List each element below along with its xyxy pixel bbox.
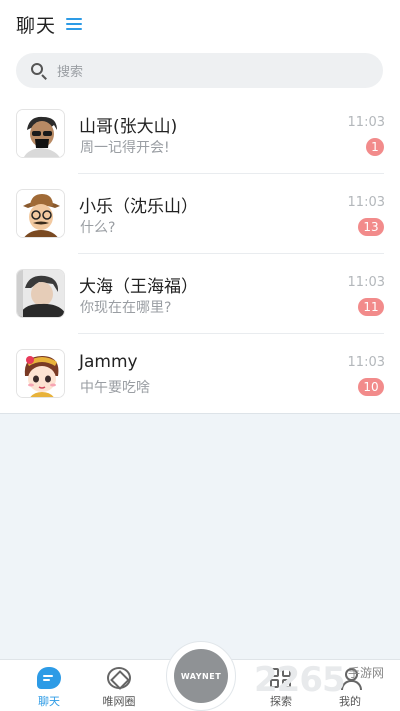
chat-name: 山哥(张大山) <box>79 117 178 137</box>
page-title: 聊天 <box>16 14 57 37</box>
avatar[interactable] <box>16 109 65 158</box>
watermark-text: 手游网 <box>348 666 385 680</box>
chat-row[interactable]: 小乐（沈乐山） 什么? 11:03 13 <box>0 174 400 254</box>
chat-name: 小乐（沈乐山） <box>79 197 198 217</box>
unread-badge: 11 <box>358 298 384 316</box>
chat-time: 11:03 <box>347 115 385 130</box>
chat-time: 11:03 <box>347 275 385 290</box>
chat-name: Jammy <box>79 352 138 372</box>
chat-panel: 聊天 搜索 山哥(张大山) 周一记得开会! 11:03 1 小乐（沈乐山） 什么… <box>0 0 400 414</box>
header: 聊天 <box>16 10 84 38</box>
chat-row[interactable]: 山哥(张大山) 周一记得开会! 11:03 1 <box>0 94 400 174</box>
avatar[interactable] <box>16 349 65 398</box>
chat-icon <box>37 667 61 689</box>
tab-circle[interactable]: 唯网圈 <box>89 667 149 709</box>
search-icon <box>30 62 48 80</box>
chat-message: 周一记得开会! <box>80 140 170 156</box>
chat-row[interactable]: Jammy 中午要吃啥 11:03 10 <box>0 334 400 414</box>
chat-list: 山哥(张大山) 周一记得开会! 11:03 1 小乐（沈乐山） 什么? 11:0… <box>0 94 400 414</box>
unread-badge: 10 <box>358 378 384 396</box>
chat-message: 你现在在哪里? <box>80 300 172 316</box>
chat-name: 大海（王海福） <box>79 277 198 297</box>
chat-time: 11:03 <box>347 195 385 210</box>
avatar[interactable] <box>16 189 65 238</box>
waynet-logo: WAYNET <box>180 671 222 681</box>
tab-chat[interactable]: 聊天 <box>19 667 79 709</box>
tab-label: 唯网圈 <box>102 695 136 708</box>
menu-icon[interactable] <box>66 17 84 31</box>
chat-message: 中午要吃啥 <box>80 380 150 396</box>
search-input[interactable]: 搜索 <box>16 53 383 88</box>
chat-message: 什么? <box>80 220 116 236</box>
watermark: 2265 手游网 <box>254 660 400 700</box>
unread-badge: 1 <box>366 138 384 156</box>
chat-row[interactable]: 大海（王海福） 你现在在哪里? 11:03 11 <box>0 254 400 334</box>
tab-label: 聊天 <box>38 695 60 708</box>
waynet-button[interactable]: WAYNET <box>174 649 228 703</box>
search-placeholder: 搜索 <box>57 65 84 80</box>
circle-icon <box>107 667 131 689</box>
avatar[interactable] <box>16 269 65 318</box>
unread-badge: 13 <box>358 218 384 236</box>
chat-time: 11:03 <box>347 355 385 370</box>
watermark-number: 2265 <box>254 660 346 700</box>
